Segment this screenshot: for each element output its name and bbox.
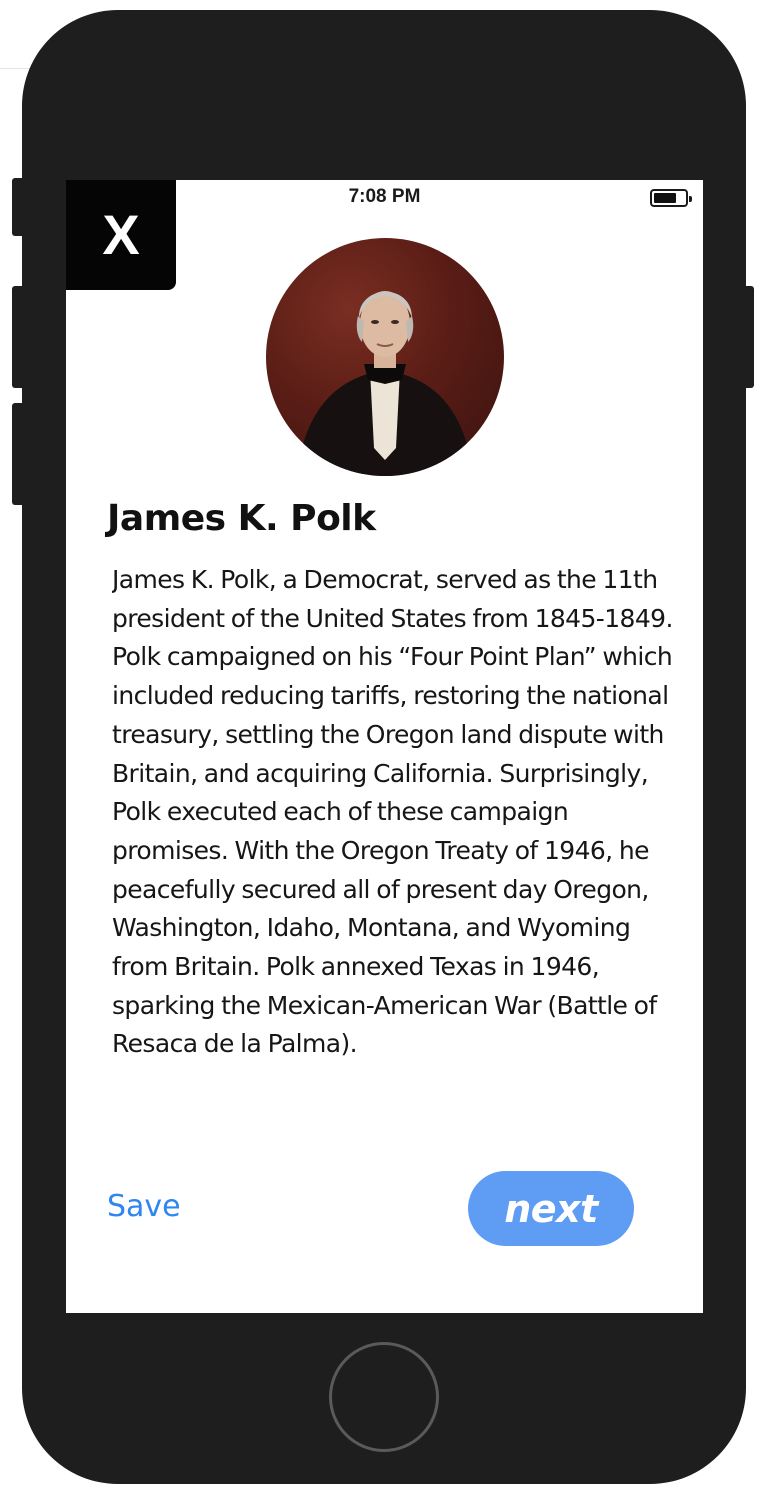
battery-level	[654, 193, 676, 203]
bio-scroll-area[interactable]: James K. Polk, a Democrat, served as the…	[112, 561, 682, 1117]
save-button[interactable]: Save	[107, 1189, 181, 1224]
close-icon: X	[102, 203, 140, 266]
next-button-label: next	[504, 1186, 598, 1231]
battery-tip	[689, 196, 692, 202]
president-bio: James K. Polk, a Democrat, served as the…	[112, 565, 673, 1059]
portrait-illustration	[296, 291, 474, 476]
portrait-image	[266, 238, 504, 476]
phone-screen: 7:08 PM X James K. Polk James K. Polk, a…	[66, 180, 703, 1313]
home-button[interactable]	[329, 1342, 439, 1452]
battery-icon	[650, 189, 692, 207]
next-button[interactable]: next	[468, 1171, 634, 1246]
president-name: James K. Polk	[107, 498, 376, 539]
close-button[interactable]: X	[66, 180, 176, 290]
